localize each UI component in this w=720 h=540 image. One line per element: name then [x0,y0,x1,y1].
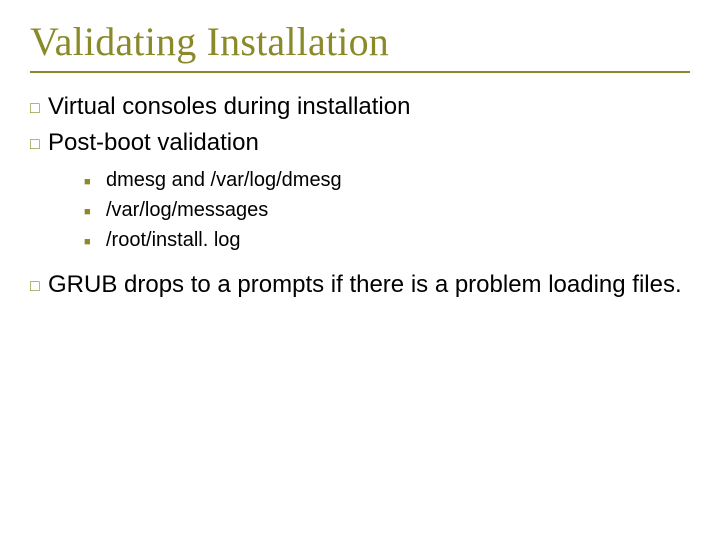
slide: Validating Installation □ Virtual consol… [0,0,720,540]
bullet-level1: □ GRUB drops to a prompts if there is a … [30,269,690,303]
hollow-square-icon: □ [30,269,48,303]
bullet-level2: ■ /root/install. log [84,227,690,255]
bullet-level2: ■ /var/log/messages [84,197,690,225]
sub-bullet-group: ■ dmesg and /var/log/dmesg ■ /var/log/me… [84,167,690,255]
slide-title: Validating Installation [30,18,690,65]
bullet-text: dmesg and /var/log/dmesg [106,167,690,194]
solid-square-icon: ■ [84,197,106,225]
hollow-square-icon: □ [30,127,48,161]
bullet-text: Post-boot validation [48,127,690,159]
hollow-square-icon: □ [30,91,48,125]
slide-body: □ Virtual consoles during installation □… [30,91,690,303]
bullet-level2: ■ dmesg and /var/log/dmesg [84,167,690,195]
bullet-text: /var/log/messages [106,197,690,224]
bullet-level1: □ Post-boot validation [30,127,690,161]
solid-square-icon: ■ [84,227,106,255]
bullet-text: GRUB drops to a prompts if there is a pr… [48,269,690,301]
solid-square-icon: ■ [84,167,106,195]
title-underline [30,71,690,73]
bullet-text: /root/install. log [106,227,690,254]
bullet-level1: □ Virtual consoles during installation [30,91,690,125]
bullet-text: Virtual consoles during installation [48,91,690,123]
